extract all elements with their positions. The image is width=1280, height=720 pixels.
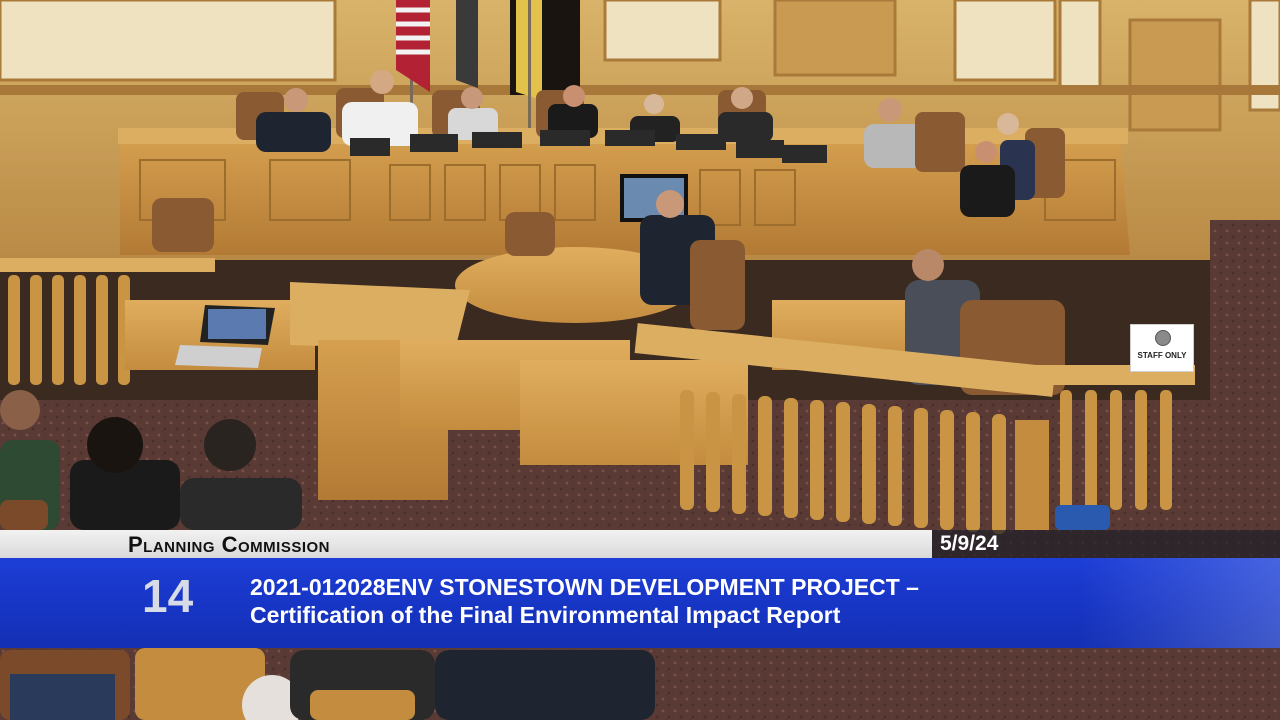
trash-bin <box>1055 505 1110 530</box>
date-box: 5/9/24 <box>932 530 1280 558</box>
post <box>1015 420 1049 530</box>
agenda-item-bar: 14 2021-012028ENV STONESTOWN DEVELOPMENT… <box>0 558 1280 648</box>
agenda-item-title-line2: Certification of the Final Environmental… <box>250 602 841 628</box>
commission-name: Planning Commission <box>128 532 331 557</box>
agenda-item-number: 14 <box>142 570 194 622</box>
staff-only-sign: STAFF ONLY <box>1130 324 1194 372</box>
wall-panel <box>1128 18 1222 132</box>
wall-panel <box>773 0 897 77</box>
wall-panel <box>1058 0 1102 92</box>
balusters-left <box>8 275 130 385</box>
chair <box>690 240 745 330</box>
lower-left-rail <box>0 258 215 272</box>
agenda-item-title-line1: 2021-012028ENV STONESTOWN DEVELOPMENT PR… <box>250 574 919 600</box>
chair <box>505 212 555 256</box>
lower-third-graphic: Planning Commission 5/9/24 14 2021-01202… <box>0 530 1280 648</box>
podium <box>290 282 470 350</box>
wall-panel <box>953 0 1057 82</box>
wall-panel <box>603 0 722 62</box>
chair <box>152 198 214 252</box>
seal-icon <box>1155 330 1171 346</box>
commission-strip: Planning Commission <box>0 530 932 558</box>
wall-panel <box>0 0 337 82</box>
meeting-date: 5/9/24 <box>940 532 999 555</box>
staff-only-text: STAFF ONLY <box>1137 351 1187 360</box>
wall-rail <box>0 85 1280 95</box>
